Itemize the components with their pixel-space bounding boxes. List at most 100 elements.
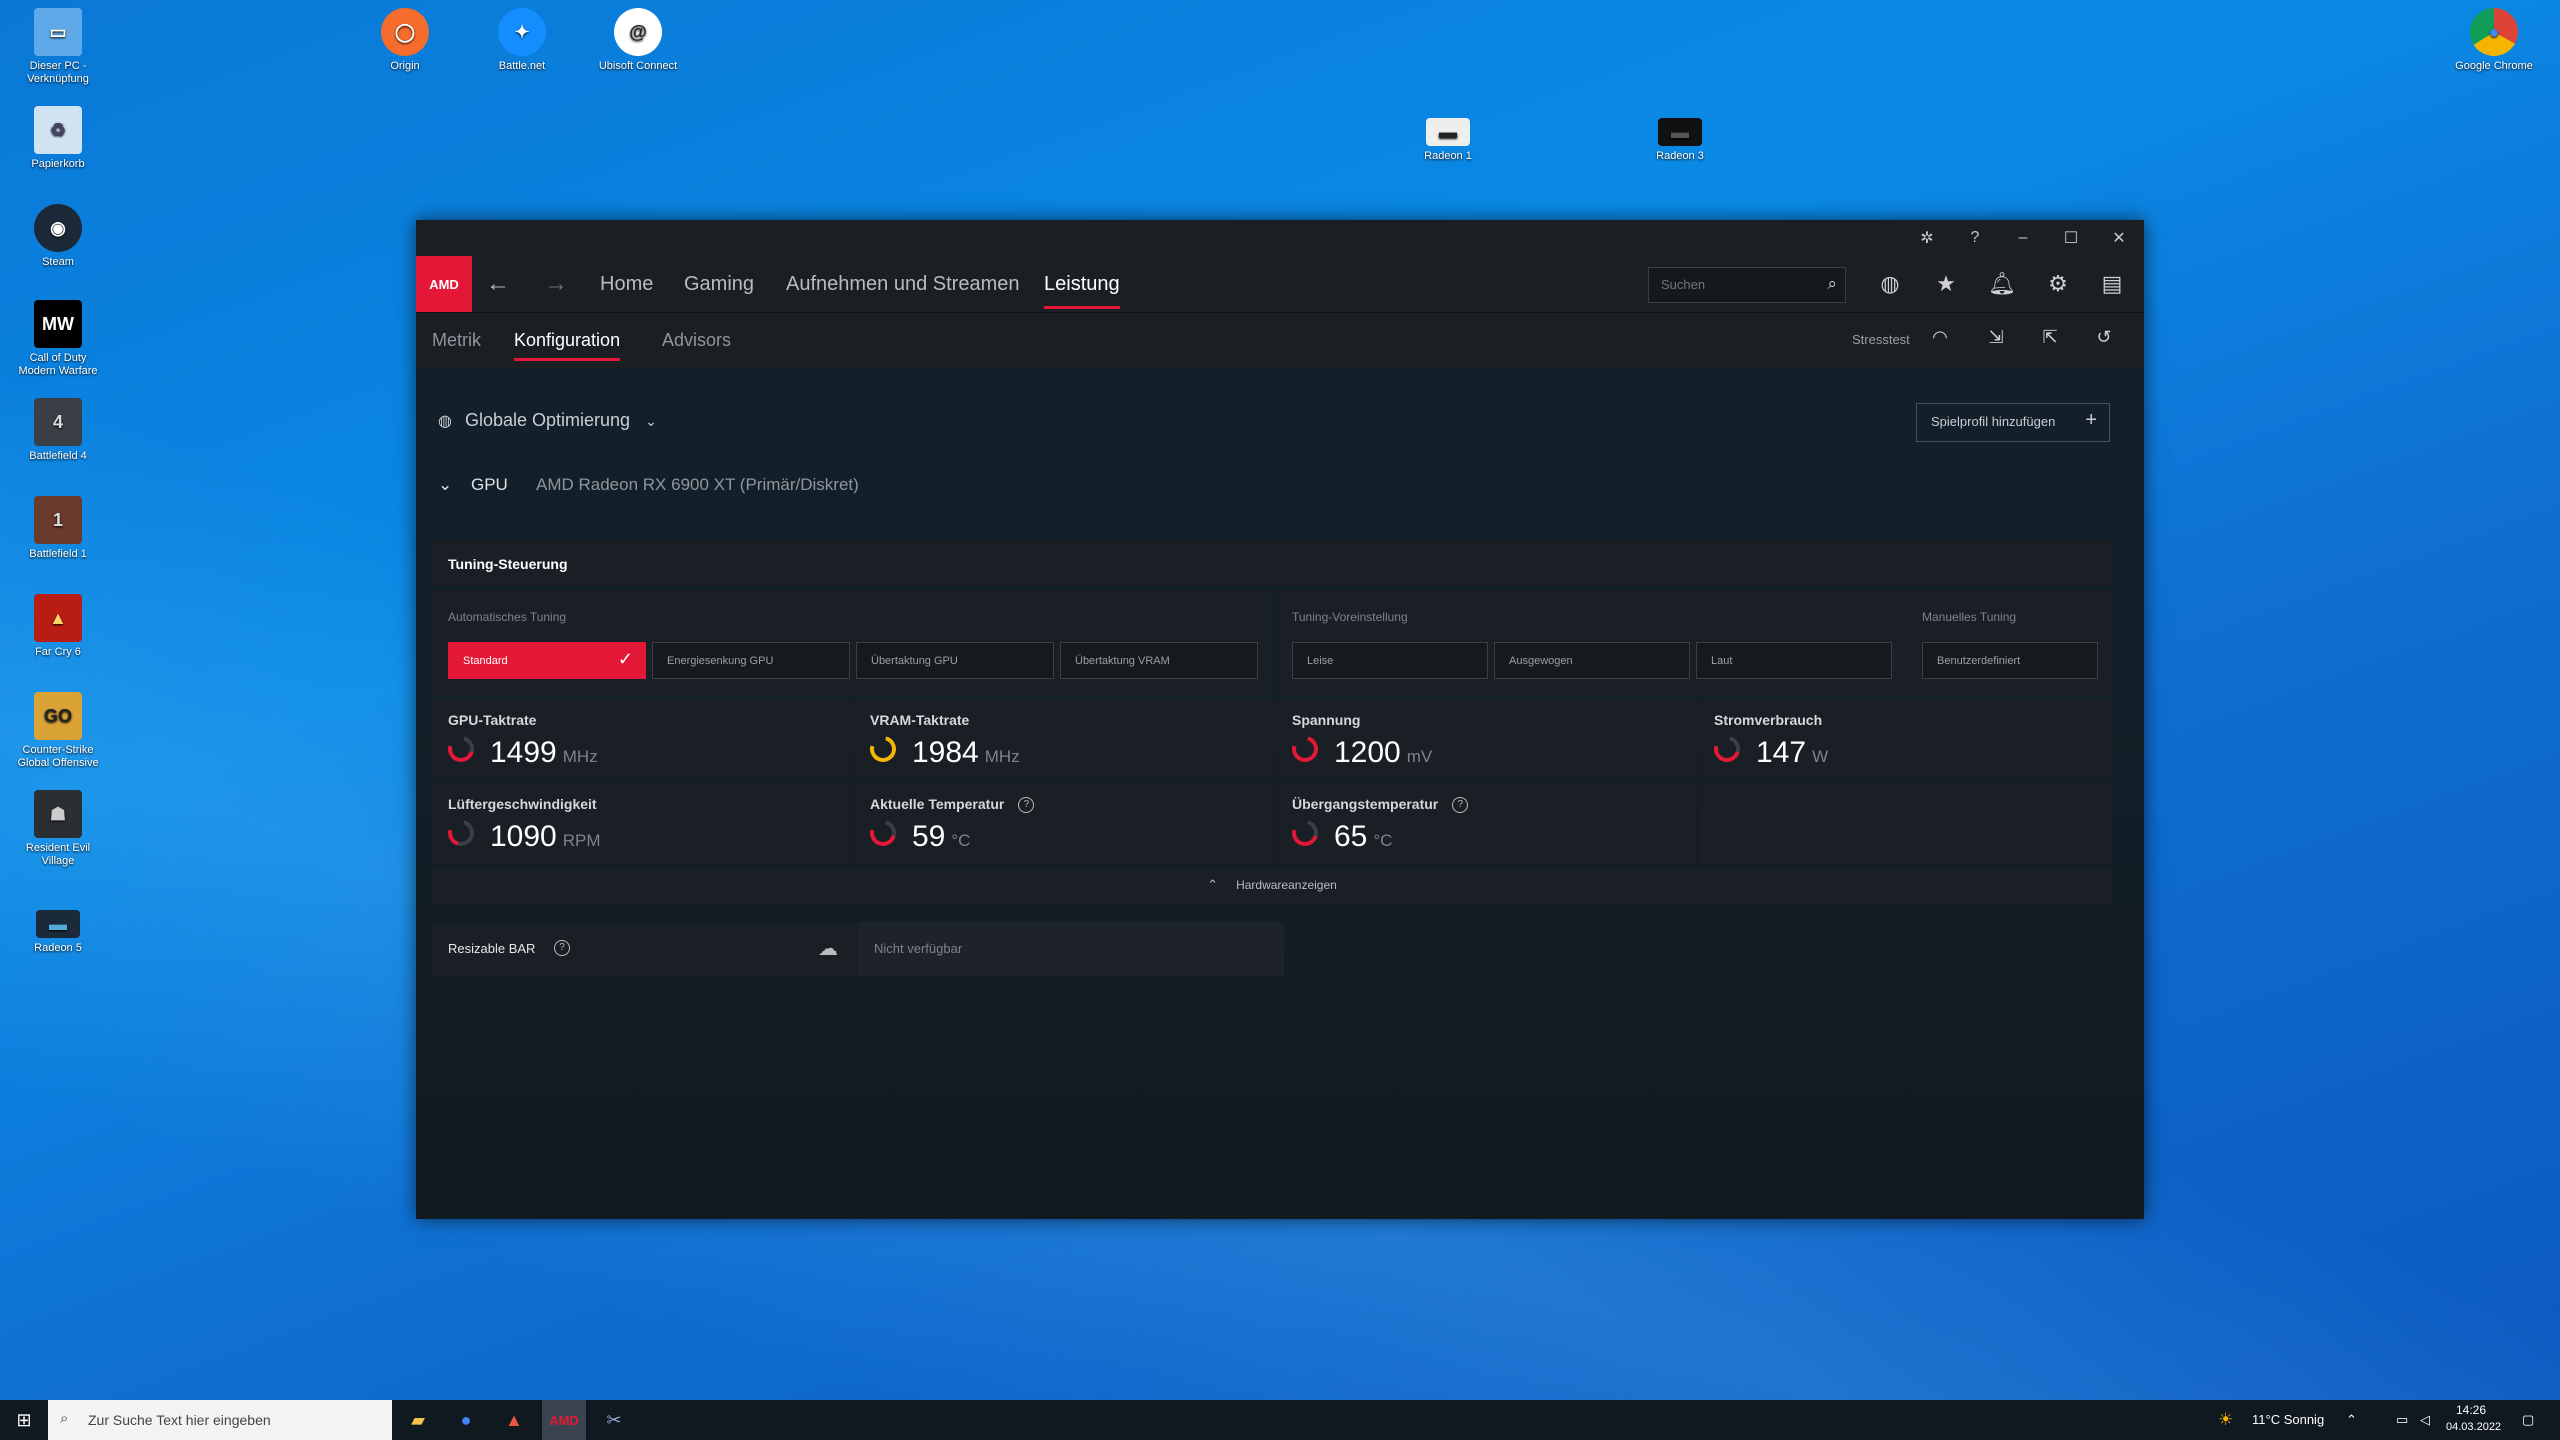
search-icon[interactable]: ⌕ bbox=[1827, 274, 1837, 294]
windows-start-icon[interactable]: ⊞ bbox=[0, 1400, 48, 1440]
help-icon[interactable]: ? bbox=[1018, 797, 1035, 814]
export-icon[interactable]: ⇱ bbox=[2034, 321, 2066, 353]
tuning-undervolt-button[interactable]: Energiesenkung GPU bbox=[652, 642, 850, 679]
tab-record-stream[interactable]: Aufnehmen und Streamen bbox=[786, 273, 1020, 296]
gpu-name: AMD Radeon RX 6900 XT (Primär/Diskret) bbox=[536, 475, 859, 494]
re-icon: ☗ bbox=[34, 790, 82, 838]
search-input[interactable] bbox=[1659, 276, 1813, 293]
chevron-up-icon[interactable]: ⌃ bbox=[2346, 1412, 2357, 1428]
stresstest-gauge-icon[interactable]: ◠ bbox=[1924, 321, 1956, 353]
desktop-icon-this-pc[interactable]: ▭ Dieser PC - Verknüpfung bbox=[10, 8, 106, 86]
tab-configuration[interactable]: Konfiguration bbox=[514, 330, 621, 361]
desktop-icon-radeon5[interactable]: ▬ Radeon 5 bbox=[10, 900, 106, 955]
desktop-icon-radeon3[interactable]: ▬ Radeon 3 bbox=[1632, 118, 1728, 163]
preset-loud-button[interactable]: Laut bbox=[1696, 642, 1892, 679]
clock-date[interactable]: 04.03.2022 bbox=[2446, 1421, 2501, 1433]
forward-arrow-icon[interactable]: → bbox=[544, 270, 568, 298]
tab-advisors[interactable]: Advisors bbox=[662, 330, 731, 351]
tab-metrics[interactable]: Metrik bbox=[432, 330, 481, 351]
preset-balanced-button[interactable]: Ausgewogen bbox=[1494, 642, 1690, 679]
help-icon[interactable]: ? bbox=[554, 940, 570, 956]
radeon-icon: ▬ bbox=[1658, 118, 1702, 146]
hardware-display-toggle[interactable]: ⌃ Hardwareanzeigen bbox=[432, 866, 2112, 904]
chrome-icon[interactable]: ● bbox=[442, 1400, 490, 1440]
bug-report-icon[interactable]: ✲ bbox=[1904, 220, 1950, 256]
tuning-standard-button[interactable]: Standard ✓ bbox=[448, 642, 646, 679]
save-profile-icon[interactable]: ⇲ bbox=[1980, 321, 2012, 353]
metric-value: 1200 mV bbox=[1334, 736, 1433, 769]
maximize-button[interactable]: ☐ bbox=[2048, 220, 2094, 256]
desktop-icon-ubisoft[interactable]: @ Ubisoft Connect bbox=[590, 8, 686, 73]
gear-icon[interactable]: ⚙ bbox=[2042, 268, 2074, 300]
file-explorer-icon[interactable]: ▰ bbox=[394, 1400, 442, 1440]
sidebar-toggle-icon[interactable]: ▤ bbox=[2096, 268, 2128, 300]
metric-power: Stromverbrauch 147 W bbox=[1698, 698, 2112, 780]
resizable-bar-status-box: Nicht verfügbar bbox=[858, 922, 1284, 976]
bell-icon[interactable]: 🔔︎ bbox=[1986, 268, 2018, 300]
metric-fan-speed: Lüftergeschwindigkeit 1090 RPM bbox=[432, 782, 852, 864]
desktop-icon-steam[interactable]: ◉ Steam bbox=[10, 204, 106, 269]
resizable-bar-label: Resizable BAR bbox=[448, 941, 536, 956]
auto-tuning-label: Automatisches Tuning bbox=[448, 610, 567, 624]
reset-icon[interactable]: ↺ bbox=[2088, 321, 2120, 353]
battlenet-icon: ✦ bbox=[498, 8, 546, 56]
scope-selector[interactable]: ◍ Globale Optimierung ⌄ bbox=[438, 410, 657, 431]
metric-value: 1499 MHz bbox=[490, 736, 598, 769]
metric-junction-temp: Übergangstemperatur? 65 °C bbox=[1276, 782, 1696, 864]
plus-icon: + bbox=[2085, 409, 2097, 431]
snipping-tool-icon[interactable]: ✂ bbox=[590, 1400, 638, 1440]
minimize-button[interactable]: – bbox=[2000, 220, 2046, 256]
radeon-icon: ▬ bbox=[1426, 118, 1470, 146]
close-button[interactable]: ✕ bbox=[2096, 220, 2142, 256]
tab-gaming[interactable]: Gaming bbox=[684, 273, 754, 296]
desktop-icon-re-village[interactable]: ☗ Resident Evil Village bbox=[10, 790, 106, 868]
tuning-control-header: Tuning-Steuerung bbox=[432, 540, 2112, 586]
desktop-icon-recycle-bin[interactable]: ♻ Papierkorb bbox=[10, 106, 106, 171]
bf4-icon: 4 bbox=[34, 398, 82, 446]
back-arrow-icon[interactable]: ← bbox=[486, 270, 510, 298]
desktop-icon-bf1[interactable]: 1 Battlefield 1 bbox=[10, 496, 106, 561]
metric-voltage: Spannung 1200 mV bbox=[1276, 698, 1696, 780]
stresstest-label[interactable]: Stresstest bbox=[1852, 332, 1910, 347]
manual-custom-button[interactable]: Benutzerdefiniert bbox=[1922, 642, 2098, 679]
search-icon: ⌕ bbox=[60, 1410, 69, 1427]
desktop-icon-csgo[interactable]: GO Counter-Strike Global Offensive bbox=[10, 692, 106, 770]
desktop-icon-origin[interactable]: ◯ Origin bbox=[357, 8, 453, 73]
add-game-profile-button[interactable]: Spielprofil hinzufügen + bbox=[1916, 403, 2110, 442]
volume-icon[interactable]: ◁ bbox=[2420, 1412, 2430, 1428]
star-icon[interactable]: ★ bbox=[1930, 268, 1962, 300]
mw-icon: MW bbox=[34, 300, 82, 348]
desktop-icon-bf4[interactable]: 4 Battlefield 4 bbox=[10, 398, 106, 463]
amd-logo[interactable]: AMD bbox=[416, 256, 472, 312]
content-area: ◍ Globale Optimierung ⌄ Spielprofil hinz… bbox=[416, 368, 2144, 1219]
help-icon[interactable]: ? bbox=[1952, 220, 1998, 256]
tab-performance[interactable]: Leistung bbox=[1044, 273, 1120, 309]
metric-vram-clock: VRAM-Taktrate 1984 MHz bbox=[854, 698, 1274, 780]
desktop-icon-chrome[interactable]: ● Google Chrome bbox=[2446, 8, 2542, 73]
metric-label: GPU-Taktrate bbox=[448, 712, 537, 728]
desktop-icon-radeon1[interactable]: ▬ Radeon 1 bbox=[1400, 118, 1496, 163]
preset-quiet-button[interactable]: Leise bbox=[1292, 642, 1488, 679]
clock-time[interactable]: 14:26 bbox=[2456, 1403, 2486, 1417]
network-icon[interactable]: ▭ bbox=[2396, 1412, 2408, 1428]
amd-taskbar-icon[interactable]: AMD bbox=[542, 1400, 586, 1440]
tuning-overclock-vram-button[interactable]: Übertaktung VRAM bbox=[1060, 642, 1258, 679]
add-profile-label: Spielprofil hinzufügen bbox=[1931, 414, 2056, 429]
help-icon[interactable]: ? bbox=[1452, 797, 1469, 814]
resizable-bar-status: Nicht verfügbar bbox=[874, 941, 963, 956]
desktop-icon-battlenet[interactable]: ✦ Battle.net bbox=[474, 8, 570, 73]
farcry-icon[interactable]: ▲ bbox=[490, 1400, 538, 1440]
desktop-icon-farcry6[interactable]: ▲ Far Cry 6 bbox=[10, 594, 106, 659]
weather-label[interactable]: 11°C Sonnig bbox=[2252, 1412, 2324, 1427]
weather-icon[interactable]: ☀ bbox=[2218, 1410, 2233, 1430]
gpu-section-toggle[interactable]: ⌄ GPU bbox=[438, 475, 508, 495]
notification-icon[interactable]: ▢ bbox=[2522, 1412, 2534, 1428]
taskbar-search[interactable]: ⌕ Zur Suche Text hier eingeben bbox=[48, 1400, 392, 1440]
desktop-icon-cod-mw[interactable]: MW Call of Duty Modern Warfare bbox=[10, 300, 106, 378]
metric-current-temp: Aktuelle Temperatur? 59 °C bbox=[854, 782, 1274, 864]
globe-icon[interactable]: ◍ bbox=[1874, 268, 1906, 300]
search-box[interactable]: ⌕ bbox=[1648, 267, 1846, 303]
tuning-overclock-gpu-button[interactable]: Übertaktung GPU bbox=[856, 642, 1054, 679]
tab-home[interactable]: Home bbox=[600, 273, 653, 296]
metric-label: Aktuelle Temperatur? bbox=[870, 796, 1035, 814]
